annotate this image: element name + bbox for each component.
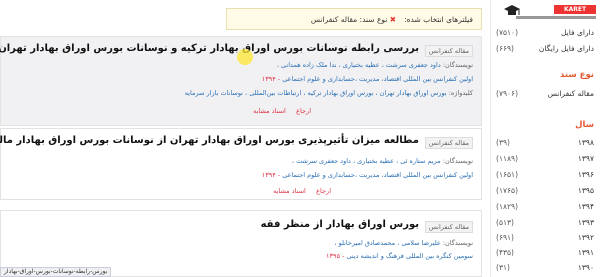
year-count: (۴۳۵) — [496, 247, 514, 257]
results-area: فیلترهای انتخاب شده: ✖ نوع سند: مقاله کن… — [0, 0, 486, 277]
venue-link[interactable]: اولین کنفرانس بین المللی اقتصاد، مدیریت … — [282, 171, 473, 179]
year-label: ۱۳۹۱ — [577, 247, 594, 257]
filter-year[interactable]: ۱۳۹۶ (۱۶۵۱) — [496, 168, 594, 180]
cite-link[interactable]: ارجاع — [296, 107, 311, 115]
filter-year[interactable]: ۱۳۹۸ (۳۹) — [496, 136, 594, 148]
result-authors: نویسندگان: مریم ستاره ئی ، عطیه بختیاری … — [292, 157, 473, 165]
year-count: (۱۷۶۵) — [496, 185, 518, 195]
author-links[interactable]: علیرضا سلامی ، محمدصادق امیرخانلو ، — [334, 239, 440, 247]
doc-type-badge: مقاله کنفرانس — [424, 137, 473, 149]
filter-year[interactable]: ۱۳۹۳ (۵۱۳) — [496, 216, 594, 228]
venue-year: ۱۳۹۴ — [261, 75, 276, 83]
author-links[interactable]: مریم ستاره ئی ، عطیه بختیاری ، داود جعفر… — [292, 157, 441, 165]
year-count: (۱۶۵۱) — [496, 169, 518, 179]
filter-label: دارای فایل رایگان — [538, 43, 594, 53]
year-label: ۱۳۹۷ — [577, 153, 594, 163]
result-title[interactable]: بررسی رابطه نوسانات بورس اوراق بهادار تر… — [0, 43, 419, 54]
year-label: ۱۳۹۳ — [577, 217, 594, 227]
logo-tagline — [516, 16, 596, 19]
filter-label: دارای فایل — [560, 27, 594, 37]
cite-link[interactable]: ارجاع — [316, 187, 331, 195]
filter-year[interactable]: ۱۳۹۴ (۱۸۲۹) — [496, 200, 594, 212]
result-authors: نویسندگان: علیرضا سلامی ، محمدصادق امیرخ… — [334, 239, 473, 247]
authors-label: نویسندگان: — [442, 157, 473, 165]
filter-has-file[interactable]: دارای فایل (۷۵۱۰) — [496, 26, 594, 38]
filter-year[interactable]: ۱۳۹۱ (۴۳۵) — [496, 246, 594, 258]
year-count: (۳۹) — [496, 137, 510, 147]
site-logo[interactable]: KARET — [504, 3, 596, 27]
result-keywords: کلیدواژه: بورس اوراق بهادار تهران ، بورس… — [185, 89, 473, 97]
filter-doc-type[interactable]: مقاله کنفرانس (۷۹۰۶) — [496, 87, 594, 99]
year-count: (۶۹۱) — [496, 232, 514, 242]
filter-count: (۷۵۱۰) — [496, 27, 518, 37]
filter-year[interactable]: ۱۳۹۲ (۶۹۱) — [496, 231, 594, 243]
filter-sidebar: KARET دارای فایل (۷۵۱۰) دارای فایل رایگا… — [490, 0, 600, 277]
browser-status-url: بورس-رابطه-نوسانات-بورس-اوراق-بهادار — [0, 267, 112, 277]
filter-count: (۶۶۹) — [496, 43, 514, 53]
doc-type-heading: نوع سند — [559, 70, 594, 80]
filter-chip[interactable]: ✖ نوع سند: مقاله کنفرانس — [311, 15, 396, 24]
filter-year[interactable]: ۱۳۹۷ (۱۱۸۹) — [496, 152, 594, 164]
result-card[interactable]: مقاله کنفرانس مطالعه میزان تأثیرپذیری بو… — [0, 128, 482, 200]
doc-type-badge: مقاله کنفرانس — [424, 45, 473, 57]
venue-link[interactable]: اولین کنفرانس بین المللی اقتصاد، مدیریت … — [282, 75, 473, 83]
doc-type-badge: مقاله کنفرانس — [424, 221, 473, 233]
year-label: ۱۳۹۶ — [577, 169, 594, 179]
filter-count: (۷۹۰۶) — [496, 88, 518, 98]
year-label: ۱۳۹۸ — [577, 137, 594, 147]
year-count: (۵۱۳) — [496, 217, 514, 227]
mouse-cursor-highlight — [237, 49, 253, 65]
filter-chip-label: نوع سند: مقاله کنفرانس — [310, 14, 388, 24]
logo-text: KARET — [554, 5, 596, 14]
filter-free-file[interactable]: دارای فایل رایگان (۶۶۹) — [496, 42, 594, 54]
year-label: ۱۳۹۴ — [577, 201, 594, 211]
similar-docs-link[interactable]: اسناد مشابه — [273, 187, 306, 195]
year-count: (۱۸۲۹) — [496, 201, 518, 211]
result-venue: اولین کنفرانس بین المللی اقتصاد، مدیریت … — [261, 75, 473, 83]
year-label: ۱۳۹۲ — [577, 232, 594, 242]
result-authors: نویسندگان: داود جعفری سرشت ، عطیه بختیار… — [277, 61, 473, 69]
similar-docs-link[interactable]: اسناد مشابه — [253, 107, 286, 115]
author-links[interactable]: داود جعفری سرشت ، عطیه بختیاری ، ندا ملک… — [277, 61, 441, 69]
result-actions: ارجاع اسناد مشابه — [273, 187, 331, 195]
year-label: ۱۳۹۵ — [577, 185, 594, 195]
result-card[interactable]: مقاله کنفرانس بررسی رابطه نوسانات بورس ا… — [0, 36, 482, 126]
remove-filter-icon[interactable]: ✖ — [390, 15, 396, 24]
year-count: (۱۱۸۹) — [496, 153, 518, 163]
result-actions: ارجاع اسناد مشابه — [253, 107, 311, 115]
year-label: ۱۳۹۰ — [577, 262, 594, 272]
selected-filters-label: فیلترهای انتخاب شده: — [404, 14, 473, 24]
result-venue: اولین کنفرانس بین المللی اقتصاد، مدیریت … — [261, 171, 473, 179]
authors-label: نویسندگان: — [442, 239, 473, 247]
venue-year: ۱۳۹۴ — [261, 171, 276, 179]
year-heading: سال — [575, 120, 594, 130]
keyword-links[interactable]: بورس اوراق بهادار تهران ، بورس اوراق بها… — [185, 89, 447, 97]
filter-year[interactable]: ۱۳۹۰ (۳۱) — [496, 261, 594, 273]
filter-label: مقاله کنفرانس — [547, 88, 594, 98]
result-venue: سومین کنگره بین المللی فرهنگ و اندیشه دی… — [326, 252, 473, 260]
filter-year[interactable]: ۱۳۹۵ (۱۷۶۵) — [496, 184, 594, 196]
venue-link[interactable]: سومین کنگره بین المللی فرهنگ و اندیشه دی… — [346, 252, 473, 260]
venue-year: ۱۳۹۵ — [326, 252, 340, 260]
authors-label: نویسندگان: — [442, 61, 473, 69]
keywords-label: کلیدواژه: — [448, 89, 473, 97]
result-title[interactable]: مطالعه میزان تأثیرپذیری بورس اوراق بهادا… — [0, 135, 419, 146]
year-count: (۳۱) — [496, 262, 510, 272]
selected-filters-bar: فیلترهای انتخاب شده: ✖ نوع سند: مقاله کن… — [226, 8, 482, 30]
result-title[interactable]: بورس اوراق بهادار از منظر فقه — [261, 219, 419, 230]
